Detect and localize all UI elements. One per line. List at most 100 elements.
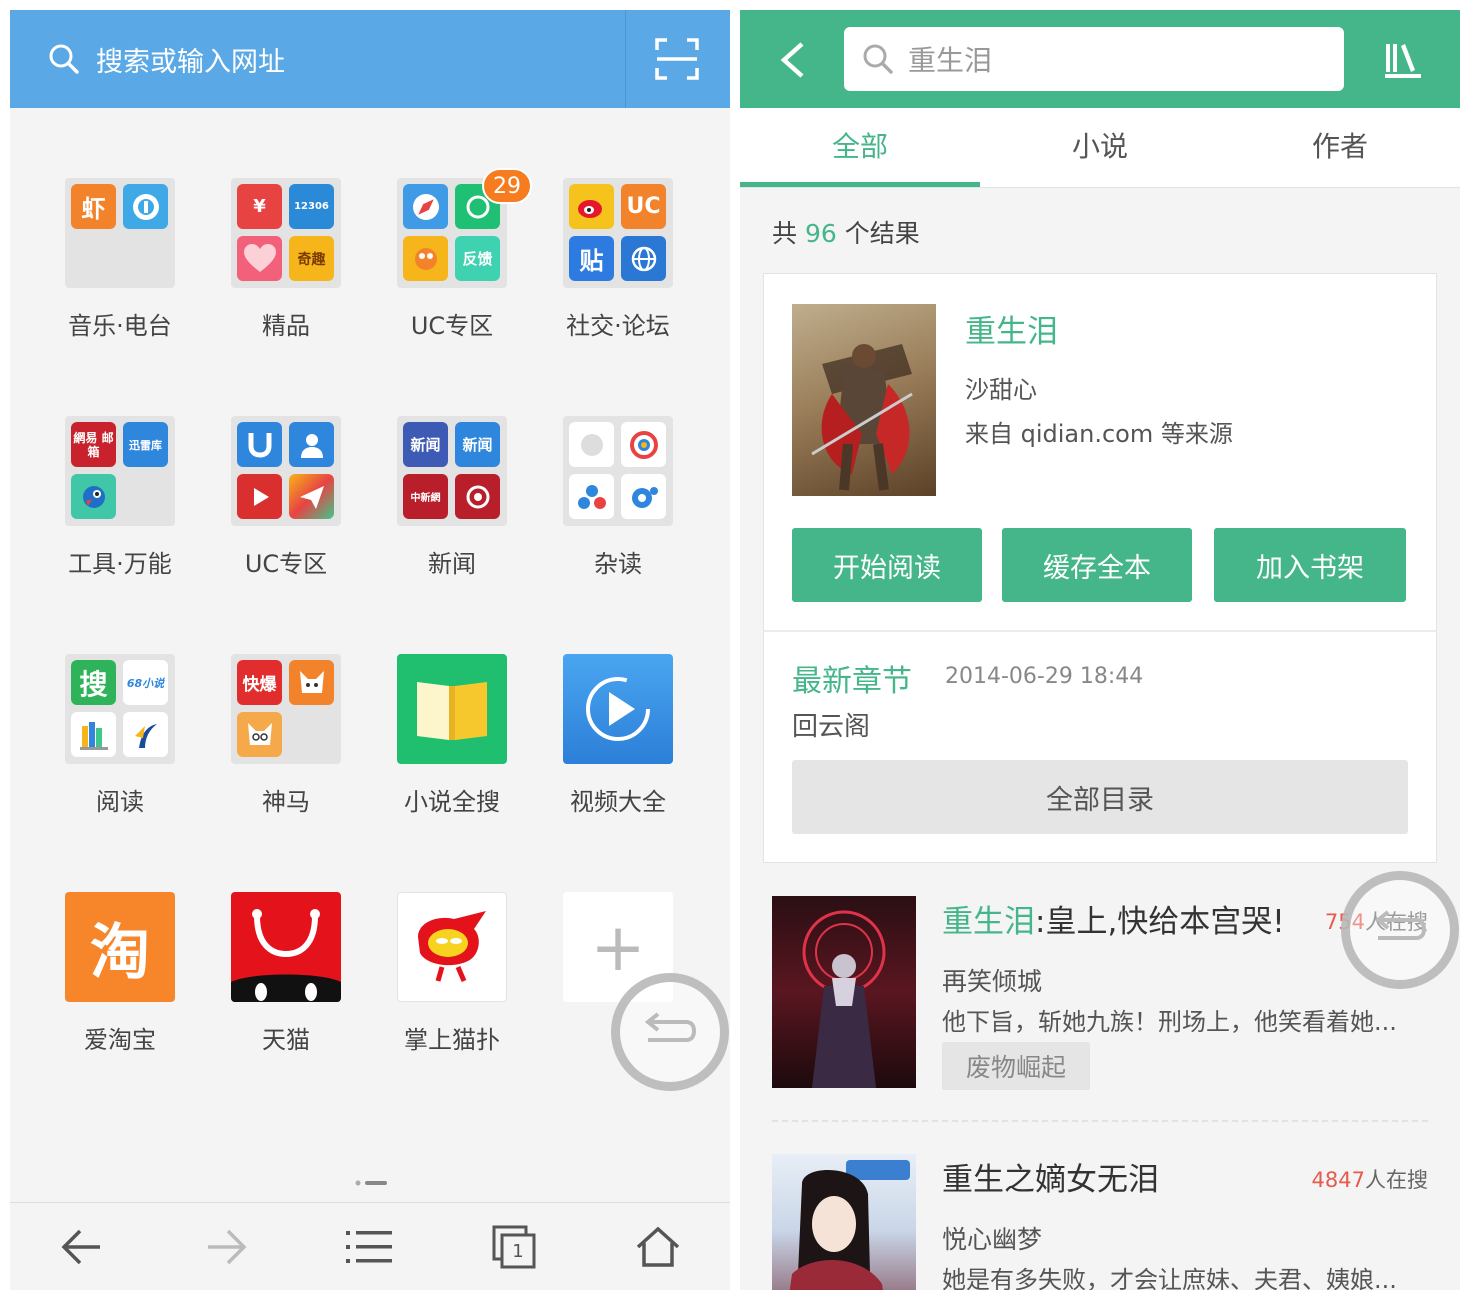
book-title: 重生之嫡女无泪 (942, 1162, 1159, 1198)
book-cover (772, 896, 916, 1088)
tencent-news-icon (621, 422, 666, 467)
latest-chapter-label: 最新章节 (792, 664, 912, 699)
xunlei-icon: 迅雷库 (123, 422, 168, 467)
folder-tile: 快爆 (231, 654, 341, 764)
folder-tile: 網易 邮箱 迅雷库 (65, 416, 175, 526)
camera-icon (621, 474, 666, 519)
menu-list-icon[interactable] (346, 1225, 394, 1269)
start-reading-button[interactable]: 开始阅读 (792, 528, 982, 602)
book-author: 再笑倾城 (942, 967, 1043, 996)
app-label: 视频大全 (570, 788, 666, 816)
tabs-button[interactable]: 1 (492, 1225, 538, 1271)
bookshelf-icon[interactable] (1383, 40, 1423, 80)
latest-chapter-date: 2014-06-29 18:44 (945, 664, 1144, 689)
tmall-icon (231, 892, 341, 1002)
book-cover (772, 1154, 916, 1290)
app-label: 掌上猫扑 (404, 1026, 500, 1054)
video-play-icon (563, 654, 673, 764)
tabs-count: 1 (512, 1240, 524, 1262)
home-icon[interactable] (636, 1225, 680, 1269)
book-title: 重生泪:皇上,快给本宫哭! (942, 896, 1285, 941)
back-arrow-icon[interactable] (60, 1225, 104, 1269)
folder-tile: UC 贴 (563, 178, 673, 288)
app-label: 杂读 (594, 550, 642, 578)
cache-all-button[interactable]: 缓存全本 (1002, 528, 1192, 602)
ifeng-icon (455, 474, 500, 519)
search-count: 4847 (1311, 1168, 1365, 1192)
chinanews-icon: 中新網 (403, 474, 448, 519)
news-icon: 新闻 (403, 422, 448, 467)
floating-back-button[interactable] (611, 973, 729, 1091)
tab-novel[interactable]: 小说 (980, 108, 1220, 188)
contact-icon (289, 422, 334, 467)
divider (764, 630, 1436, 632)
xiami-icon: 虾 (71, 184, 116, 229)
back-chevron-icon[interactable] (778, 40, 808, 80)
folder-tile: 虾 (65, 178, 175, 288)
bird-icon (71, 474, 116, 519)
url-search-bar[interactable]: 搜索或输入网址 (10, 10, 625, 108)
genre-tag[interactable]: 废物崛起 (942, 1042, 1091, 1090)
top-result-card: 重生泪 沙甜心 来自 qidian.com 等来源 开始阅读 缓存全本 加入书架… (763, 273, 1437, 863)
title-rest: :皇上,快给本宫哭! (1035, 904, 1285, 940)
play-icon (237, 474, 282, 519)
floating-back-button[interactable] (1341, 871, 1459, 989)
tab-author[interactable]: 作者 (1220, 108, 1460, 188)
feedback-icon: 反馈 (455, 236, 500, 281)
book-description: 他下旨，斩她九族！刑场上，他笑看着她... (942, 1008, 1397, 1036)
book-source: 来自 qidian.com 等来源 (965, 420, 1233, 448)
page-indicator (355, 1180, 387, 1186)
scan-icon[interactable] (655, 38, 699, 80)
search-popularity: 4847人在搜 (1312, 1164, 1428, 1194)
globe-grey-icon (569, 422, 614, 467)
weibo-icon (569, 184, 614, 229)
sail-icon (123, 712, 168, 757)
left-screen: 搜索或输入网址 虾 音乐·电台 ¥ 12306 奇趣 精品 反馈 29 UC专区… (10, 10, 730, 1290)
u-icon (237, 422, 282, 467)
full-catalog-button[interactable]: 全部目录 (792, 760, 1408, 834)
heart-icon (237, 236, 282, 281)
right-screen: 重生泪 全部 小说 作者 共 96 个结果 重生泪 沙甜心 来自 qidian.… (740, 10, 1460, 1290)
notification-badge: 29 (482, 168, 532, 204)
list-item[interactable]: 重生之嫡女无泪 4847人在搜 悦心幽梦 她是有多失败，才会让庶妹、夫君、姨娘.… (772, 1154, 1428, 1290)
folder-tile (563, 416, 673, 526)
taobao-icon: 淘 (65, 892, 175, 1002)
app-label: 社交·论坛 (566, 312, 670, 340)
novel-search-input[interactable]: 重生泪 (844, 27, 1344, 91)
count-suffix: 个结果 (844, 219, 920, 248)
novel-top-bar: 重生泪 (740, 10, 1460, 108)
book-author: 沙甜心 (965, 376, 1037, 404)
list-item[interactable]: 重生泪:皇上,快给本宫哭! 754人在搜 再笑倾城 他下旨，斩她九族！刑场上，他… (772, 896, 1428, 1096)
title-highlight: 重生泪 (942, 904, 1035, 940)
book-cover[interactable] (792, 304, 936, 496)
book-description: 她是有多失败，才会让庶妹、夫君、姨娘... (942, 1266, 1397, 1290)
mop-cat-icon (397, 892, 507, 1002)
book-author: 悦心幽梦 (942, 1225, 1043, 1254)
baidu-icon (569, 474, 614, 519)
divider (772, 1120, 1428, 1122)
fox-icon (289, 660, 334, 705)
active-tab-indicator (740, 182, 980, 187)
book-title[interactable]: 重生泪 (965, 306, 1058, 351)
search-suffix: 人在搜 (1365, 1168, 1428, 1192)
latest-chapter-title[interactable]: 回云阁 (792, 706, 870, 743)
search-query: 重生泪 (908, 44, 993, 77)
forward-arrow-icon[interactable] (204, 1225, 248, 1269)
mascot-icon (403, 236, 448, 281)
tab-all[interactable]: 全部 (740, 108, 980, 188)
bottom-nav-bar: 1 (10, 1202, 730, 1290)
divider (625, 10, 626, 108)
radio-icon (123, 184, 168, 229)
browser-top-bar: 搜索或输入网址 (10, 10, 730, 108)
sou-icon: 搜 (71, 660, 116, 705)
compass-icon (403, 184, 448, 229)
folder-tile (231, 416, 341, 526)
kuaibao-icon: 快爆 (237, 660, 282, 705)
add-to-shelf-button[interactable]: 加入书架 (1214, 528, 1406, 602)
novel-search-icon (397, 654, 507, 764)
qiqu-icon: 奇趣 (289, 236, 334, 281)
folder-tile: 新闻 新闻 中新網 (397, 416, 507, 526)
netease-mail-icon: 網易 邮箱 (71, 422, 116, 467)
tieba-icon: 贴 (569, 236, 614, 281)
phone-recharge-icon: ¥ (237, 184, 282, 229)
